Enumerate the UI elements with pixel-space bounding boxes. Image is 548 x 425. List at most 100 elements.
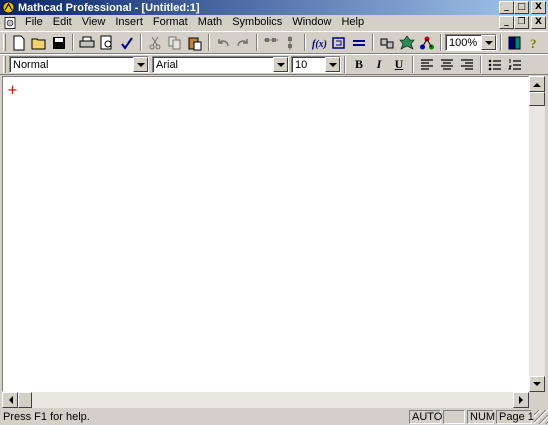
copy-button[interactable]	[165, 33, 185, 52]
menu-file[interactable]: File	[20, 15, 48, 30]
align-right-button[interactable]	[457, 55, 477, 74]
align-across-button[interactable]	[261, 33, 281, 52]
menu-view[interactable]: View	[77, 15, 111, 30]
redo-button[interactable]	[233, 33, 253, 52]
help-button[interactable]: ?	[525, 33, 545, 52]
close-button[interactable]: X	[531, 1, 546, 14]
cut-button[interactable]	[145, 33, 165, 52]
separator	[344, 56, 346, 73]
separator	[500, 34, 502, 51]
chevron-down-icon[interactable]	[133, 57, 148, 72]
scroll-right-button[interactable]	[513, 392, 529, 408]
align-down-button[interactable]	[281, 33, 301, 52]
insert-component-button[interactable]	[377, 33, 397, 52]
resources-button[interactable]	[505, 33, 525, 52]
doc-close-button[interactable]: X	[531, 16, 546, 29]
separator	[304, 34, 306, 51]
menu-insert[interactable]: Insert	[110, 15, 148, 30]
minimize-button[interactable]: _	[499, 1, 514, 14]
align-across-icon	[264, 37, 278, 42]
italic-button[interactable]: I	[369, 55, 389, 74]
collaboratory-button[interactable]	[417, 33, 437, 52]
book-icon	[508, 36, 521, 49]
numbering-button[interactable]	[505, 55, 525, 74]
separator	[140, 34, 142, 51]
maximize-button[interactable]: □	[514, 1, 529, 14]
menu-math[interactable]: Math	[193, 15, 227, 30]
underline-button[interactable]: U	[389, 55, 409, 74]
menu-symbolics[interactable]: Symbolics	[227, 15, 287, 30]
scroll-left-button[interactable]	[2, 392, 18, 408]
doc-restore-button[interactable]: ❐	[514, 16, 529, 29]
standard-toolbar: f(x) 100% ?	[0, 31, 548, 54]
separator	[208, 34, 210, 51]
save-button[interactable]	[49, 33, 69, 52]
worksheet-area[interactable]: +	[2, 76, 529, 392]
status-bar: Press F1 for help. AUTO NUM Page 1	[0, 408, 548, 425]
menu-edit[interactable]: Edit	[48, 15, 77, 30]
print-button[interactable]	[77, 33, 97, 52]
save-disk-icon	[53, 36, 65, 49]
chevron-down-icon[interactable]	[325, 57, 340, 72]
chevron-down-icon[interactable]	[481, 35, 496, 50]
style-select[interactable]: Normal	[9, 56, 149, 73]
insertion-cursor: +	[7, 83, 18, 98]
align-center-button[interactable]	[437, 55, 457, 74]
doc-minimize-button[interactable]: _	[499, 16, 514, 29]
open-button[interactable]	[29, 33, 49, 52]
zoom-value: 100%	[449, 36, 478, 49]
paste-button[interactable]	[185, 33, 205, 52]
svg-text:?: ?	[530, 36, 537, 51]
align-left-button[interactable]	[417, 55, 437, 74]
zoom-select[interactable]: 100%	[445, 34, 497, 51]
calculate-button[interactable]	[349, 33, 369, 52]
separator	[372, 34, 374, 51]
print-preview-button[interactable]	[97, 33, 117, 52]
toolbar-grip[interactable]	[3, 34, 6, 51]
status-page: Page 1	[496, 409, 534, 424]
resize-grip-icon[interactable]	[534, 409, 548, 424]
style-value: Normal	[13, 58, 49, 71]
spell-check-icon	[121, 36, 133, 50]
menu-format[interactable]: Format	[148, 15, 193, 30]
font-size-value: 10	[295, 58, 308, 71]
scroll-down-button[interactable]	[529, 376, 545, 392]
function-fx-icon: f(x)	[312, 39, 327, 50]
undo-icon	[218, 38, 229, 46]
help-question-icon: ?	[530, 36, 537, 51]
minimize-icon: _	[504, 17, 509, 27]
document-icon[interactable]	[4, 16, 17, 29]
bold-button[interactable]: B	[349, 55, 369, 74]
vertical-scrollbar[interactable]	[529, 76, 545, 392]
status-num-lock: NUM	[467, 409, 495, 424]
font-select[interactable]: Arial	[152, 56, 289, 73]
title-bar[interactable]: Mathcad Professional - [Untitled:1] _ □ …	[0, 0, 548, 15]
menu-window[interactable]: Window	[287, 15, 336, 30]
bullet-list-icon	[488, 59, 501, 70]
bullets-button[interactable]	[485, 55, 505, 74]
align-center-icon	[441, 58, 453, 70]
toolbar-grip[interactable]	[3, 56, 6, 73]
align-down-icon	[288, 35, 292, 50]
scroll-up-button[interactable]	[529, 76, 545, 92]
align-left-icon	[421, 58, 433, 70]
mathcad-logo-icon	[2, 1, 15, 14]
status-blank-panel	[443, 409, 465, 424]
close-icon: X	[535, 2, 542, 12]
horizontal-scroll-thumb[interactable]	[18, 392, 32, 408]
vertical-scroll-thumb[interactable]	[529, 92, 545, 106]
resource-center-button[interactable]	[397, 33, 417, 52]
new-button[interactable]	[9, 33, 29, 52]
spell-check-button[interactable]	[117, 33, 137, 52]
insert-unit-button[interactable]	[329, 33, 349, 52]
menu-help[interactable]: Help	[336, 15, 369, 30]
font-size-select[interactable]: 10	[291, 56, 341, 73]
align-right-icon	[461, 58, 473, 70]
equals-icon	[353, 39, 365, 46]
undo-button[interactable]	[213, 33, 233, 52]
insert-function-button[interactable]: f(x)	[309, 33, 329, 52]
horizontal-scrollbar[interactable]	[2, 392, 529, 408]
chevron-down-icon[interactable]	[273, 57, 288, 72]
new-document-icon	[13, 35, 25, 50]
scissors-icon	[149, 36, 161, 49]
